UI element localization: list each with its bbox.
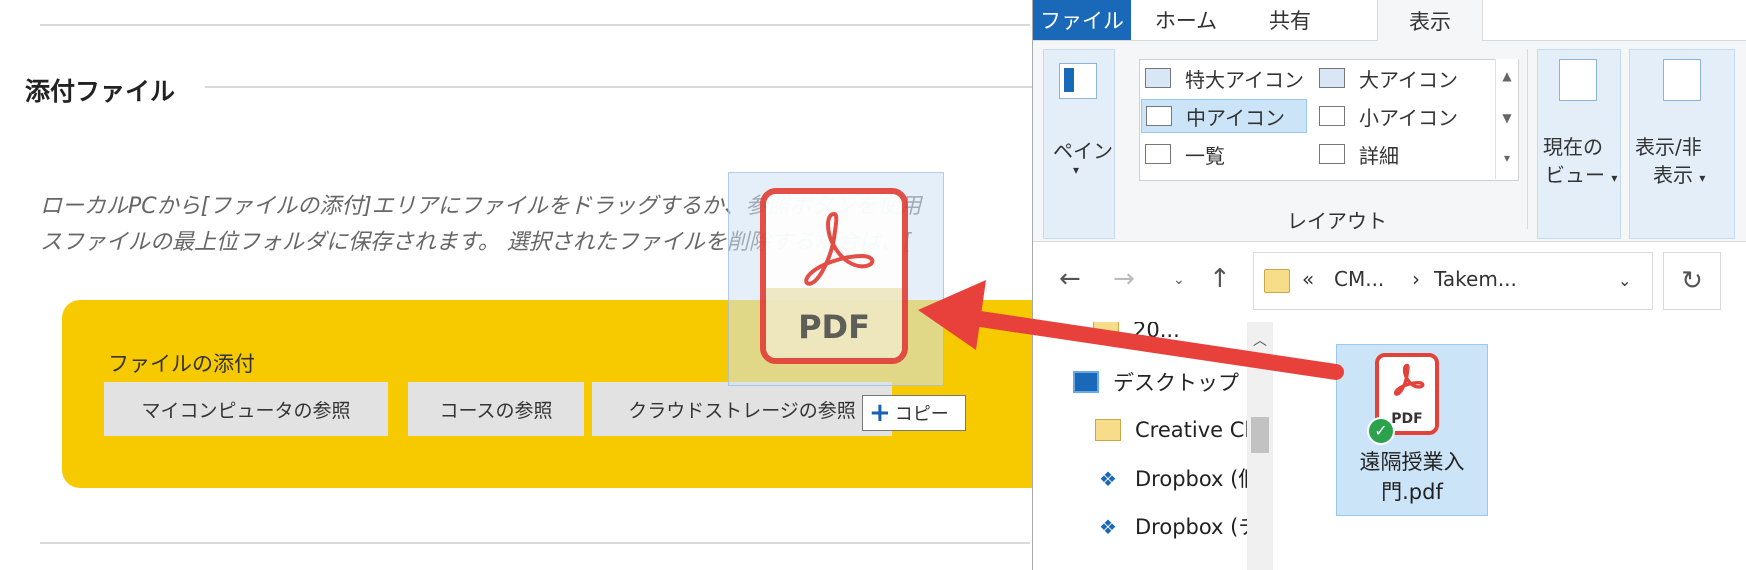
pane-label: ペイン [1053,139,1113,163]
tree-item-dropbox-1[interactable]: ❖ Dropbox (個 [1095,458,1259,498]
forward-arrow-icon[interactable]: → [1113,264,1135,294]
current-view-dropdown-icon: ▾ [1611,171,1618,185]
tree-item-dropbox-2[interactable]: ❖ Dropbox (チ [1095,506,1259,546]
ribbon-separator [1527,49,1528,229]
file-item-pdf[interactable]: PDF ✓ 遠隔授業入 門.pdf [1336,344,1488,516]
address-crumb-2[interactable]: Takem... [1434,267,1517,291]
desktop-icon [1073,371,1099,393]
navigation-pane-icon [1059,63,1097,99]
layout-small-icons[interactable]: 小アイコン [1319,99,1458,133]
section-title-rule [205,86,1035,88]
navigation-tree: 20... デスクトップ Creative Clo ❖ Dropbox (個 ❖… [1033,322,1275,570]
layout-details[interactable]: 詳細 [1319,137,1399,171]
dragged-pdf-icon: PDF [760,188,908,364]
dropbox-icon: ❖ [1099,467,1117,491]
show-hide-label-2: 表示 ▾ [1653,163,1706,187]
address-crumb-1[interactable]: CM... [1334,267,1384,291]
tree-item-folder[interactable]: 20... [1093,322,1180,350]
address-overflow[interactable]: « [1302,267,1314,291]
tab-view[interactable]: 表示 [1377,0,1483,41]
bottom-divider [40,542,1030,544]
tab-share[interactable]: 共有 [1241,0,1339,40]
gallery-down-icon[interactable]: ▼ [1496,111,1518,125]
scroll-up-icon[interactable]: ︿ [1247,330,1273,350]
show-hide-icon [1663,59,1701,101]
show-hide-label-1: 表示/非 [1635,135,1702,159]
dropbox-icon: ❖ [1099,515,1117,539]
details-icon [1319,144,1345,164]
show-hide-dropdown-icon: ▾ [1699,171,1706,185]
gallery-more-icon[interactable]: ▾ [1496,151,1518,165]
recent-locations-chevron-icon[interactable]: ⌄ [1173,272,1185,288]
browse-computer-button[interactable]: マイコンピュータの参照 [104,382,388,436]
dragged-pdf-label: PDF [798,308,870,346]
copy-tooltip-text: コピー [894,404,949,425]
section-title: 添付ファイル [25,77,176,106]
layout-large-icons[interactable]: 大アイコン [1319,61,1458,95]
medium-icons-icon [1146,106,1172,126]
current-view-icon [1559,59,1597,101]
browse-course-button[interactable]: コースの参照 [408,382,584,436]
ribbon-view: ペイン ▾ 特大アイコン 大アイコン 中アイコン 小アイコン 一覧 詳細 ▲ ▼… [1033,41,1746,242]
layout-list[interactable]: 一覧 [1145,137,1225,171]
address-dropdown-icon[interactable]: ⌄ [1618,271,1631,290]
attach-label: ファイルの添付 [108,352,255,376]
navigation-bar: ← → ⌄ ↑ « CM... › Takem... ⌄ ↻ [1033,242,1746,322]
layout-extra-large-icons[interactable]: 特大アイコン [1145,61,1304,95]
pane-dropdown-icon: ▾ [1073,163,1080,177]
tree-item-creative-cloud[interactable]: Creative Clo [1095,410,1263,450]
back-arrow-icon[interactable]: ← [1059,264,1081,294]
layout-gallery-scroll[interactable]: ▲ ▼ ▾ [1495,59,1518,179]
file-name: 遠隔授業入 門.pdf [1359,450,1465,504]
up-arrow-icon[interactable]: ↑ [1209,264,1231,294]
gallery-up-icon[interactable]: ▲ [1496,69,1518,83]
small-icons-icon [1319,106,1345,126]
layout-medium-icons[interactable]: 中アイコン [1141,99,1307,133]
ribbon-tab-bar: ファイル ホーム 共有 表示 [1033,0,1746,41]
extra-large-icons-icon [1145,68,1171,88]
tab-home[interactable]: ホーム [1137,0,1235,40]
sync-check-icon: ✓ [1367,417,1395,445]
list-icon [1145,144,1171,164]
crumb-separator-icon: › [1412,267,1420,291]
tree-item-desktop[interactable]: デスクトップ [1073,362,1239,402]
large-icons-icon [1319,68,1345,88]
plus-icon: + [869,398,891,428]
folder-synced-icon [1093,322,1119,341]
tree-scrollbar-thumb[interactable] [1251,417,1269,453]
copy-tooltip: + コピー [862,395,966,431]
tab-file[interactable]: ファイル [1033,0,1131,40]
current-view-label-1: 現在の [1543,135,1603,159]
creative-cloud-folder-icon [1095,419,1121,441]
top-divider [40,24,1030,26]
current-view-label-2: ビュー ▾ [1545,163,1618,187]
folder-icon [1264,269,1290,293]
address-bar[interactable]: « CM... › Takem... ⌄ [1253,252,1653,310]
refresh-icon[interactable]: ↻ [1663,252,1721,310]
tree-scrollbar[interactable]: ︿ [1247,322,1273,570]
cloud-storage-button[interactable]: クラウドストレージの参照 [592,382,892,436]
layout-group-label: レイアウト [1287,209,1387,233]
